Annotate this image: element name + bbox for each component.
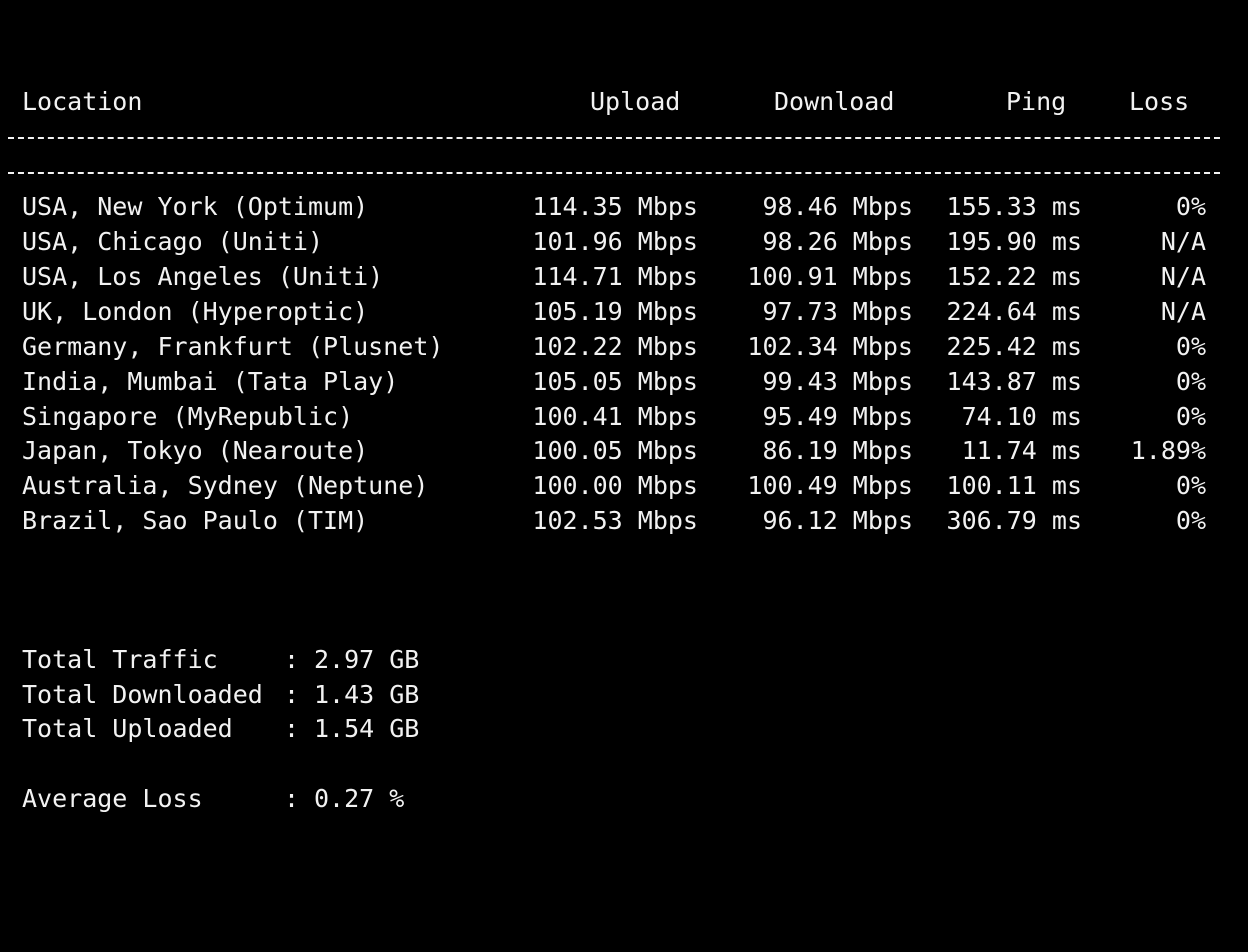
row-loss: 0% <box>1175 192 1206 221</box>
table-row: Japan, Tokyo (Nearoute) 100.05 Mbps 86.1… <box>22 434 1232 468</box>
table-row: USA, New York (Optimum) 114.35 Mbps 98.4… <box>22 190 1232 224</box>
summary-total-downloaded: Total Downloaded : 1.43 GB <box>22 678 622 712</box>
table-header: Location Upload Download Ping Loss <box>22 85 1232 119</box>
header-ping: Ping <box>1006 87 1067 116</box>
table-row: India, Mumbai (Tata Play) 105.05 Mbps 99… <box>22 365 1232 399</box>
summary-label: Total Uploaded <box>22 714 233 743</box>
summary-separator: : <box>284 714 300 743</box>
terminal-window: Location Upload Download Ping Loss USA, … <box>0 0 1248 832</box>
summary-value: 2.97 GB <box>314 645 420 674</box>
summary-total-uploaded: Total Uploaded : 1.54 GB <box>22 712 622 746</box>
table-row: USA, Chicago (Uniti) 101.96 Mbps 98.26 M… <box>22 225 1232 259</box>
summary-separator: : <box>284 680 300 709</box>
row-loss: 0% <box>1175 367 1206 396</box>
row-loss: 0% <box>1175 471 1206 500</box>
table-row: UK, London (Hyperoptic) 105.19 Mbps 97.7… <box>22 295 1232 329</box>
summary-separator: : <box>284 645 300 674</box>
table-row: Brazil, Sao Paulo (TIM) 102.53 Mbps 96.1… <box>22 504 1232 538</box>
row-loss: 0% <box>1175 506 1206 535</box>
summary-label: Total Downloaded <box>22 680 263 709</box>
header-loss: Loss <box>1129 87 1190 116</box>
summary-label: Total Traffic <box>22 645 218 674</box>
row-loss: 1.89% <box>1130 436 1206 465</box>
table-row: USA, Los Angeles (Uniti) 114.71 Mbps 100… <box>22 260 1232 294</box>
row-loss: N/A <box>1160 262 1206 291</box>
summary-total-traffic: Total Traffic : 2.97 GB <box>22 643 622 677</box>
row-loss: 0% <box>1175 402 1206 431</box>
table-row: Germany, Frankfurt (Plusnet) 102.22 Mbps… <box>22 330 1232 364</box>
divider-bottom <box>8 172 1220 174</box>
summary-label: Average Loss <box>22 784 203 813</box>
summary-value: 0.27 % <box>314 784 405 813</box>
table-row: Singapore (MyRepublic) 100.41 Mbps 95.49… <box>22 400 1232 434</box>
summary-value: 1.54 GB <box>314 714 420 743</box>
summary-separator: : <box>284 784 300 813</box>
summary-value: 1.43 GB <box>314 680 420 709</box>
row-loss: 0% <box>1175 332 1206 361</box>
divider-top <box>8 137 1220 139</box>
table-row: Australia, Sydney (Neptune) 100.00 Mbps … <box>22 469 1232 503</box>
header-upload: Upload <box>590 87 681 116</box>
header-location: Location <box>22 87 143 116</box>
row-loss: N/A <box>1160 297 1206 326</box>
summary-average-loss: Average Loss : 0.27 % <box>22 782 622 816</box>
header-download: Download <box>774 87 895 116</box>
row-loss: N/A <box>1160 227 1206 256</box>
